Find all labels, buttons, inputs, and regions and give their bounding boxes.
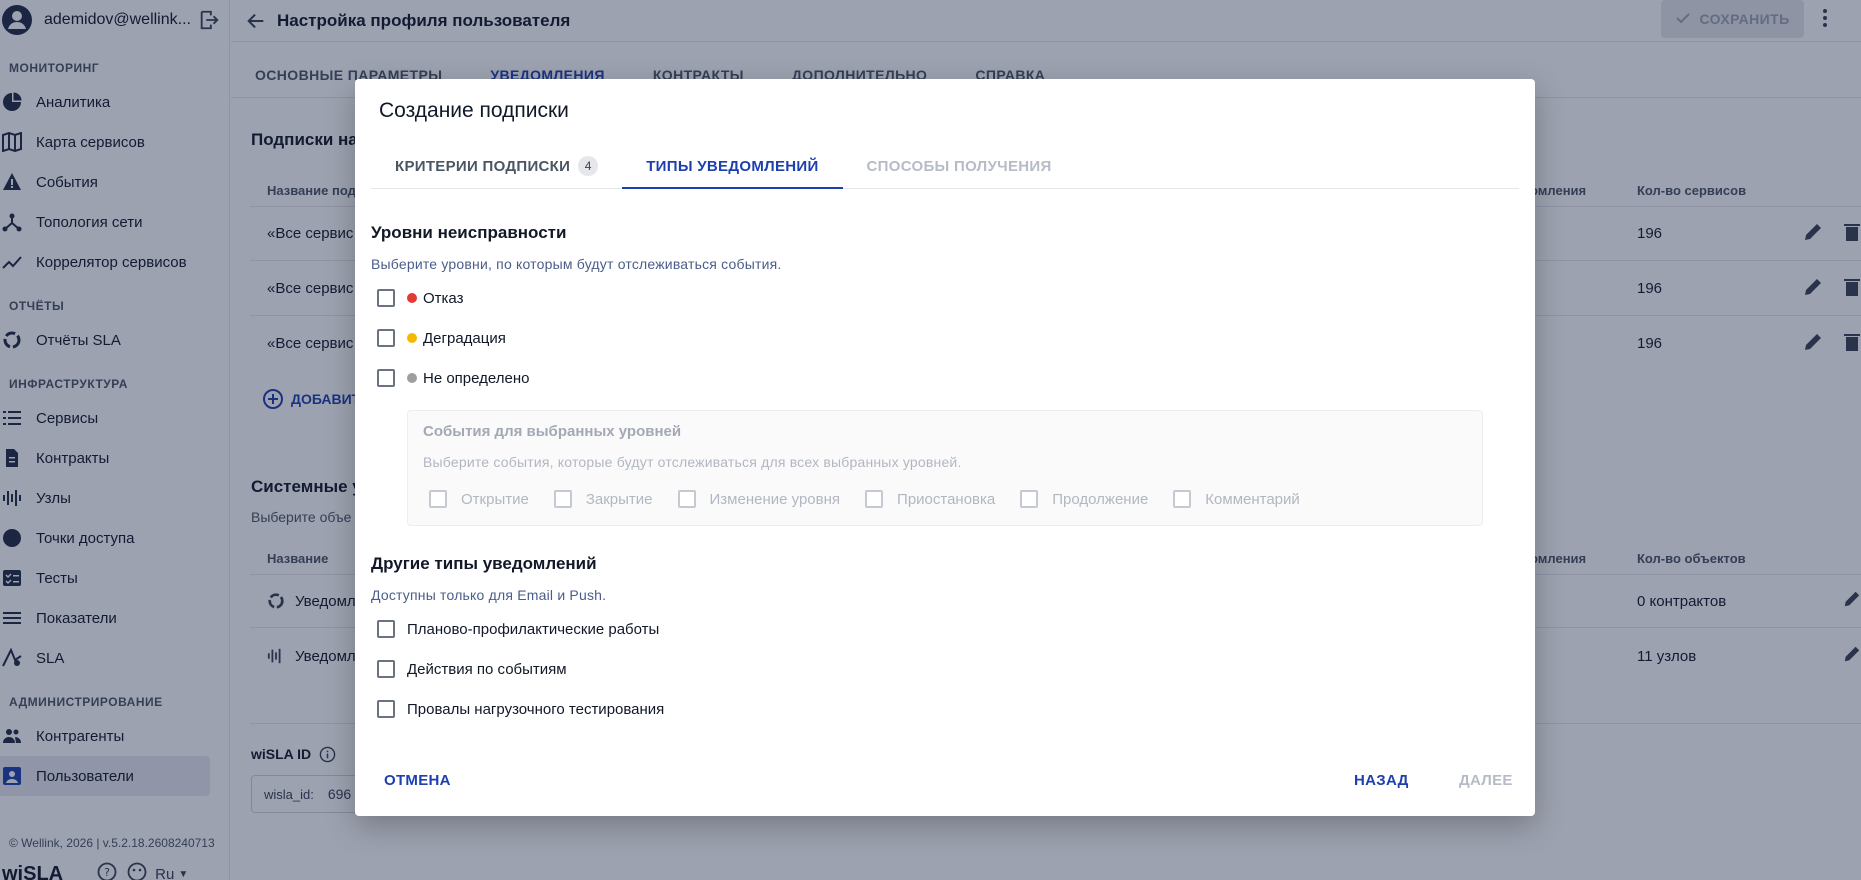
fault-levels-title: Уровни неисправности xyxy=(371,223,567,242)
checkbox xyxy=(1173,490,1192,508)
status-dot-grey xyxy=(407,373,417,383)
event-label: Комментарий xyxy=(1205,490,1300,508)
level-label: Не определено xyxy=(423,369,530,387)
event-level-change: Изменение уровня xyxy=(677,490,841,508)
tab-label: КРИТЕРИИ ПОДПИСКИ xyxy=(395,157,571,175)
other-maintenance[interactable]: Планово-профилактические работы xyxy=(377,617,659,641)
level-undefined[interactable]: Не определено xyxy=(377,366,529,390)
other-event-actions[interactable]: Действия по событиям xyxy=(377,657,567,681)
event-comment: Комментарий xyxy=(1173,490,1300,508)
checkbox[interactable] xyxy=(377,620,395,638)
checkbox[interactable] xyxy=(377,369,395,387)
create-subscription-dialog: Создание подписки КРИТЕРИИ ПОДПИСКИ 4 ТИ… xyxy=(355,79,1535,816)
tab-label: СПОСОБЫ ПОЛУЧЕНИЯ xyxy=(866,157,1052,175)
events-list: Открытие Закрытие Изменение уровня Приос… xyxy=(429,487,1325,511)
other-types-hint: Доступны только для Email и Push. xyxy=(371,587,607,603)
dialog-tabs: КРИТЕРИИ ПОДПИСКИ 4 ТИПЫ УВЕДОМЛЕНИЙ СПО… xyxy=(371,144,1519,189)
events-title: События для выбранных уровней xyxy=(423,423,682,440)
other-load-test-failures[interactable]: Провалы нагрузочного тестирования xyxy=(377,697,664,721)
tab-notification-types[interactable]: ТИПЫ УВЕДОМЛЕНИЙ xyxy=(622,144,843,189)
other-label: Планово-профилактические работы xyxy=(407,620,660,638)
other-types-title: Другие типы уведомлений xyxy=(371,554,597,573)
event-close: Закрытие xyxy=(553,490,653,508)
level-label: Отказ xyxy=(423,289,464,307)
tab-delivery-methods: СПОСОБЫ ПОЛУЧЕНИЯ xyxy=(843,144,1076,188)
other-label: Действия по событиям xyxy=(407,660,567,678)
event-pause: Приостановка xyxy=(865,490,995,508)
events-hint: Выберите события, которые будут отслежив… xyxy=(423,454,962,470)
event-label: Открытие xyxy=(461,490,529,508)
checkbox[interactable] xyxy=(377,289,395,307)
checkbox xyxy=(865,490,884,508)
dialog-title: Создание подписки xyxy=(379,99,569,122)
level-failure[interactable]: Отказ xyxy=(377,286,463,310)
event-label: Приостановка xyxy=(897,490,996,508)
event-label: Продолжение xyxy=(1052,490,1149,508)
tab-label: ТИПЫ УВЕДОМЛЕНИЙ xyxy=(646,157,819,175)
status-dot-red xyxy=(407,293,417,303)
event-open: Открытие xyxy=(429,490,529,508)
checkbox[interactable] xyxy=(377,329,395,347)
cancel-button[interactable]: ОТМЕНА xyxy=(384,772,451,789)
checkbox xyxy=(1020,490,1039,508)
criteria-count-badge: 4 xyxy=(578,156,599,176)
level-degradation[interactable]: Деградация xyxy=(377,326,506,350)
checkbox[interactable] xyxy=(377,660,395,678)
back-button[interactable]: НАЗАД xyxy=(1354,772,1409,789)
checkbox xyxy=(429,490,447,508)
fault-levels-hint: Выберите уровни, по которым будут отслеж… xyxy=(371,256,782,272)
events-panel: События для выбранных уровней Выберите с… xyxy=(407,410,1483,526)
checkbox xyxy=(677,490,696,508)
checkbox[interactable] xyxy=(377,700,395,718)
event-label: Закрытие xyxy=(585,490,653,508)
next-button: ДАЛЕЕ xyxy=(1459,772,1513,789)
status-dot-yellow xyxy=(407,333,417,343)
level-label: Деградация xyxy=(423,329,506,347)
checkbox xyxy=(553,490,572,508)
tab-subscription-criteria[interactable]: КРИТЕРИИ ПОДПИСКИ 4 xyxy=(371,144,622,188)
event-continue: Продолжение xyxy=(1020,490,1148,508)
event-label: Изменение уровня xyxy=(709,490,841,508)
other-label: Провалы нагрузочного тестирования xyxy=(407,700,665,718)
